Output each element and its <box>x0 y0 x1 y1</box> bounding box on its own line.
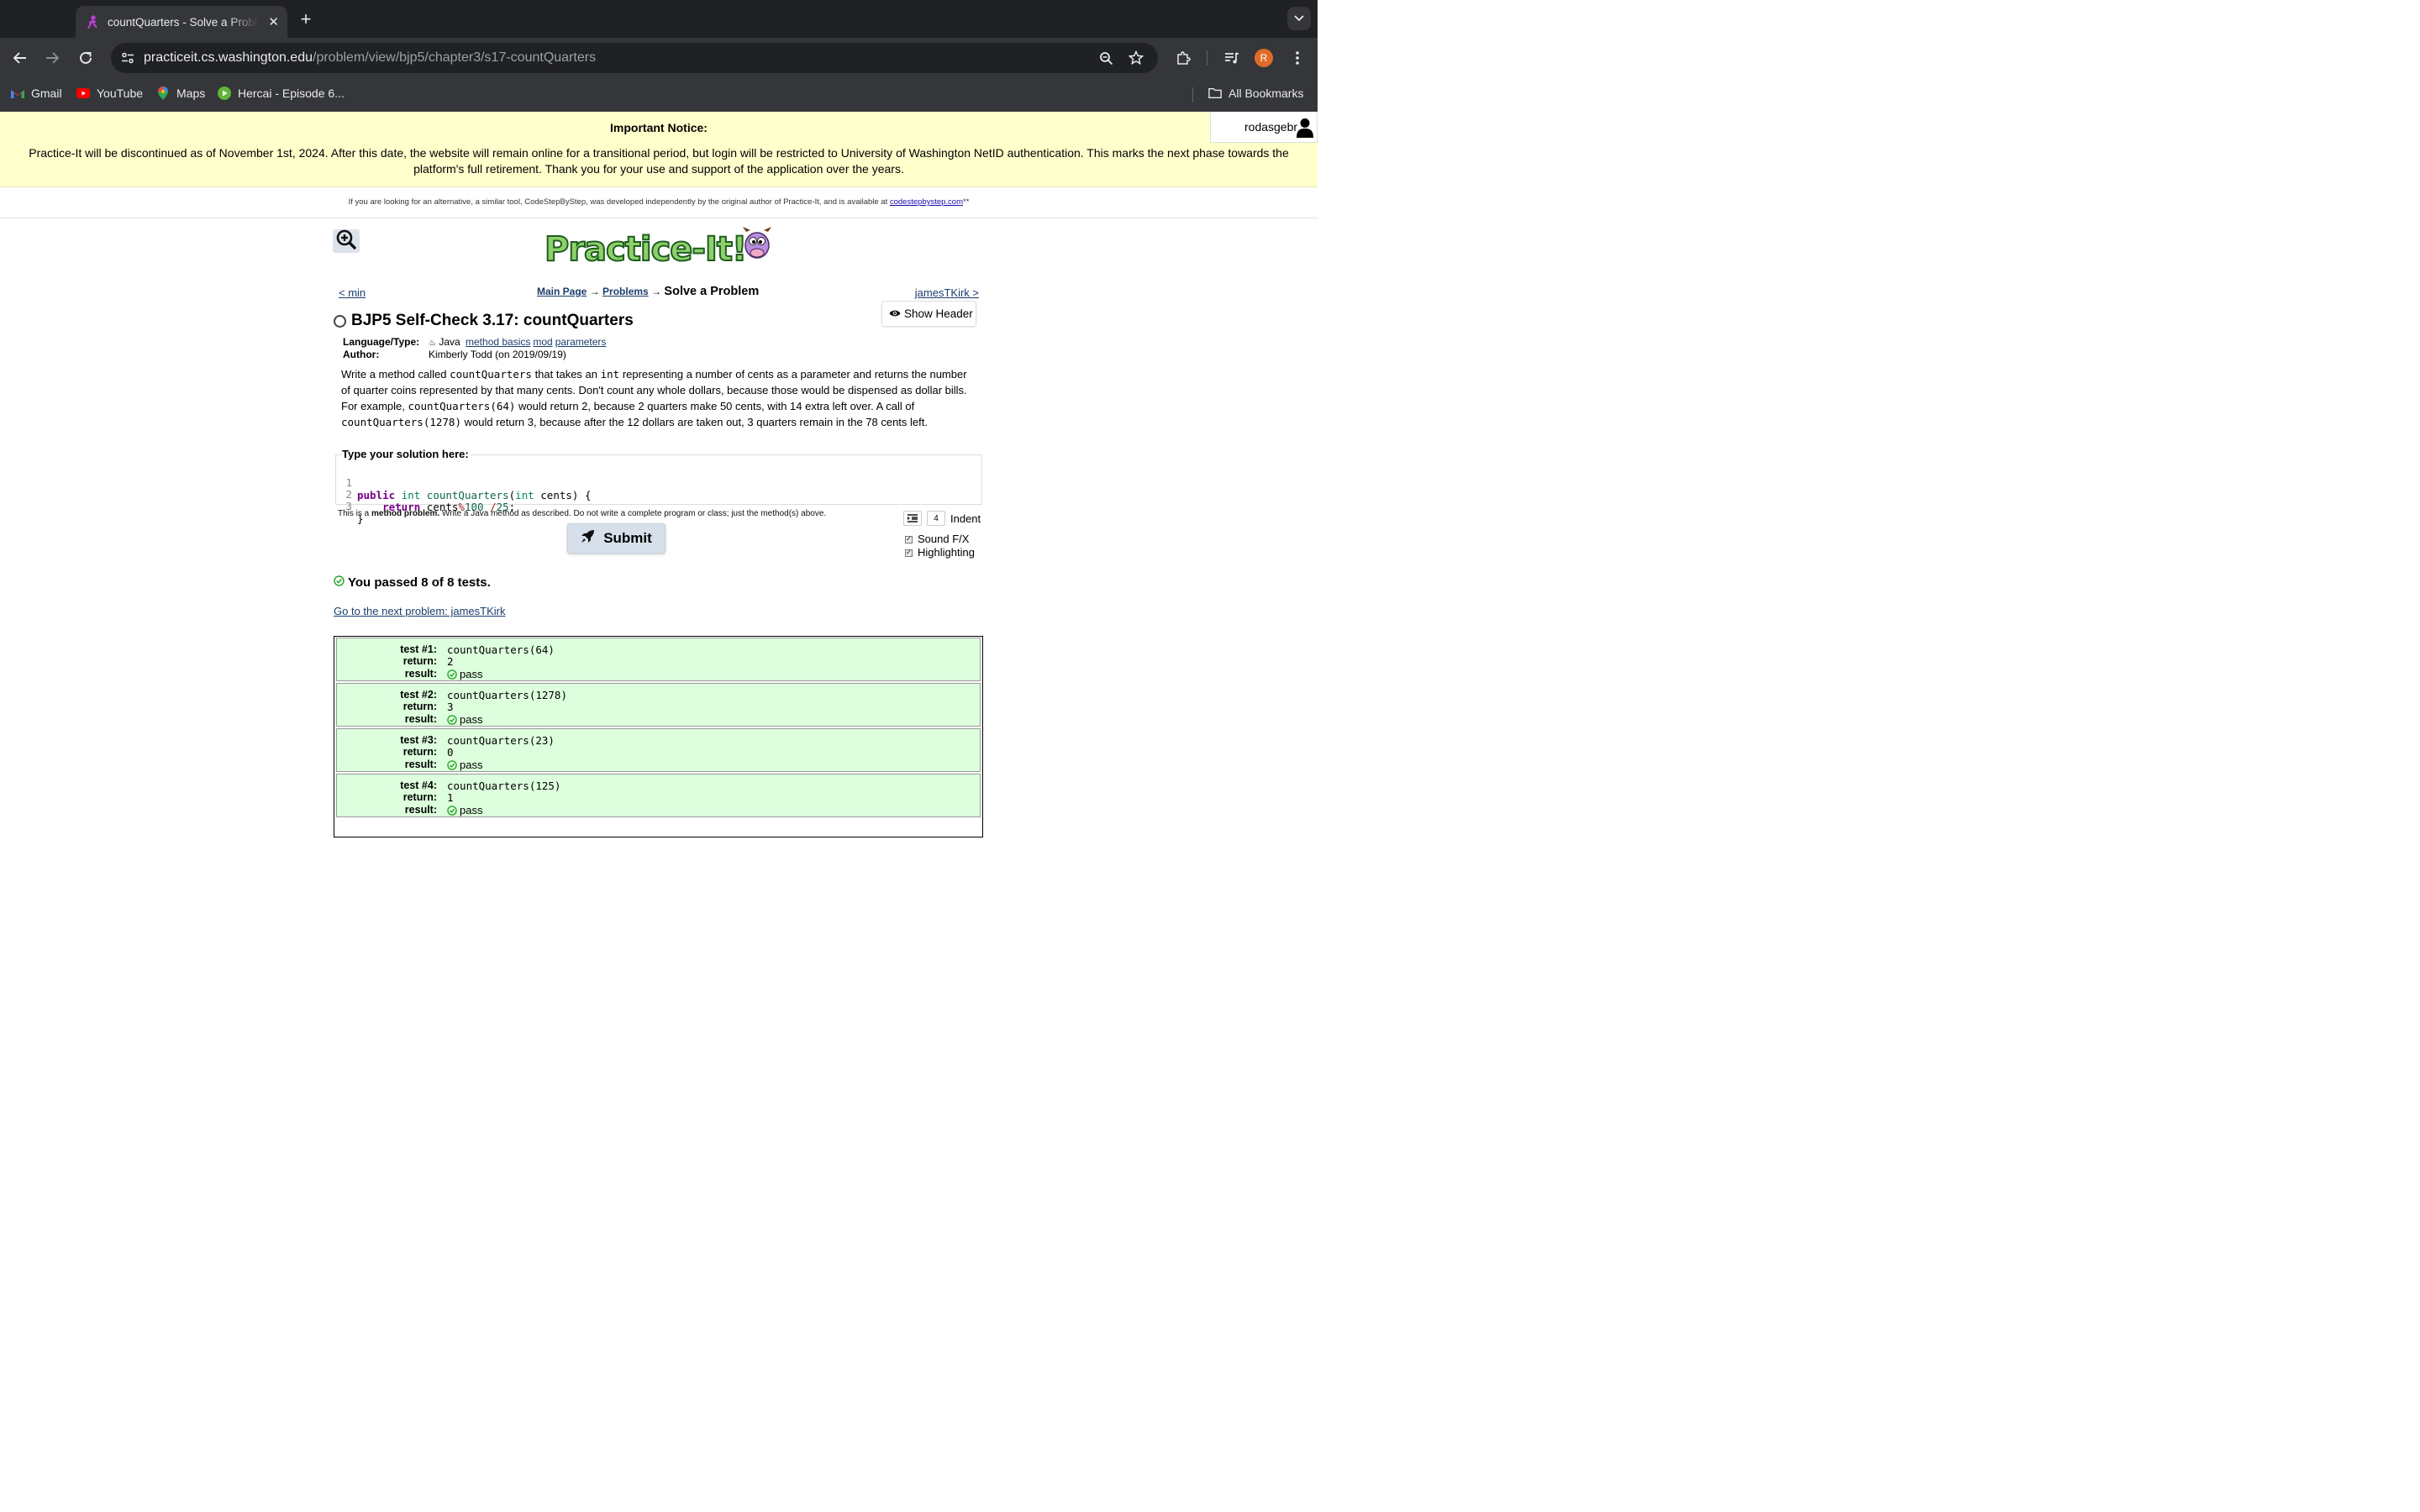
checkbox-checked-icon: ✓ <box>905 535 913 543</box>
prev-problem-link[interactable]: < min <box>339 286 366 299</box>
check-circle-icon <box>447 805 457 816</box>
breadcrumb: Main Page → Problems → Solve a Problem <box>537 285 760 298</box>
language-value: ♨ Java method basics mod parameters <box>429 336 607 348</box>
bookmark-youtube[interactable]: YouTube <box>76 87 143 100</box>
checkbox-checked-icon: ✓ <box>905 549 913 557</box>
code-editor[interactable]: 1 public int countQuarters(int cents) { … <box>335 454 982 525</box>
youtube-icon <box>76 87 90 100</box>
practice-it-logo: Practice-It! <box>543 225 778 270</box>
test-row: test #3: countQuarters(23) return: 0 resul… <box>336 728 981 772</box>
test-row: test #1: countQuarters(64) return: 2 resul… <box>336 638 981 681</box>
tab-search-chevron-icon[interactable] <box>1287 7 1311 30</box>
code-line: 1 public int countQuarters(int cents) { <box>345 476 592 501</box>
tag-mod[interactable]: mod <box>533 336 552 348</box>
unsolved-circle-icon <box>334 314 346 328</box>
indent-button[interactable] <box>903 511 922 526</box>
zoom-magnifier-icon[interactable] <box>1097 50 1114 66</box>
forward-arrow-icon[interactable] <box>42 48 62 68</box>
extensions-puzzle-icon[interactable] <box>1173 48 1193 68</box>
sound-fx-checkbox[interactable]: ✓ Sound F/X <box>905 533 975 546</box>
bookmark-gmail[interactable]: Gmail <box>11 87 62 100</box>
maps-icon <box>156 87 170 100</box>
media-controls-icon[interactable] <box>1222 48 1242 68</box>
solution-label: Type your solution here: <box>342 448 471 460</box>
play-icon <box>218 87 231 100</box>
profile-avatar[interactable]: R <box>1255 49 1273 67</box>
username: rodasgebr <box>1244 120 1298 134</box>
breadcrumb-problems[interactable]: Problems <box>602 286 649 297</box>
test-row: test #4: countQuarters(125) return: 1 resu… <box>336 774 981 817</box>
alternative-notice: If you are looking for an alternative, a… <box>0 187 1318 218</box>
bookmarks-separator <box>1192 87 1193 102</box>
url-text: practiceit.cs.washington.edu/problem/vie… <box>144 50 597 65</box>
zoom-in-icon <box>336 229 356 254</box>
svg-text:Practice-It!: Practice-It! <box>544 230 746 267</box>
folder-icon <box>1208 87 1222 100</box>
check-circle-icon <box>447 759 457 770</box>
submit-button[interactable]: Submit <box>567 523 666 554</box>
bookmark-maps[interactable]: Maps <box>156 87 205 100</box>
browser-tabstrip: countQuarters - Solve a Problem ✕ + <box>0 0 1318 38</box>
rocket-icon <box>581 529 595 548</box>
author-value: Kimberly Todd (on 2019/09/19) <box>429 349 566 360</box>
language-label: Language/Type: <box>343 336 420 348</box>
test-summary: You passed 8 of 8 tests. <box>334 575 491 590</box>
chrome-menu-icon[interactable] <box>1287 48 1307 68</box>
notice-title: Important Notice: <box>610 121 708 134</box>
important-notice-banner: Important Notice: Practice-It will be di… <box>0 112 1318 187</box>
eye-icon <box>889 307 901 320</box>
test-results-table: test #1: countQuarters(64) return: 2 resul… <box>334 636 983 837</box>
problem-description: Write a method called countQuarters that… <box>341 368 967 428</box>
practiceit-favicon-icon <box>86 15 99 29</box>
reload-icon[interactable] <box>76 48 96 68</box>
editor-options: ✓ Sound F/X ✓ Highlighting <box>905 533 975 559</box>
tag-parameters[interactable]: parameters <box>555 336 607 348</box>
zoom-in-button[interactable] <box>333 229 360 253</box>
all-bookmarks-button[interactable]: All Bookmarks <box>1208 87 1303 100</box>
indent-icon <box>908 514 918 522</box>
indent-size-input[interactable]: 4 <box>927 511 945 526</box>
bookmark-star-icon[interactable] <box>1128 50 1144 66</box>
indent-control: 4 Indent <box>903 511 981 526</box>
bookmark-hercai[interactable]: Hercai - Episode 6... <box>218 87 345 100</box>
codestepbystep-link[interactable]: codestepbystep.com <box>890 197 963 207</box>
tab-title: countQuarters - Solve a Problem <box>108 15 259 29</box>
tab-close-icon[interactable]: ✕ <box>268 14 279 29</box>
breadcrumb-main-page[interactable]: Main Page <box>537 286 587 297</box>
test-row: test #2: countQuarters(1278) return: 3 res… <box>336 683 981 727</box>
site-settings-icon[interactable] <box>118 48 138 68</box>
browser-tab-active[interactable]: countQuarters - Solve a Problem ✕ <box>76 6 287 38</box>
check-circle-icon <box>447 714 457 725</box>
method-problem-note: This is a method problem. Write a Java m… <box>338 509 827 518</box>
indent-label: Indent <box>950 512 981 525</box>
next-problem-link-bottom[interactable]: Go to the next problem: jamesTKirk <box>334 605 505 617</box>
browser-toolbar: practiceit.cs.washington.edu/problem/vie… <box>0 38 1318 78</box>
code-line: 2 return cents%100 /25; <box>345 488 516 513</box>
user-silhouette-icon <box>1296 118 1314 140</box>
notice-text: Practice-It will be discontinued as of N… <box>29 146 1289 176</box>
new-tab-icon[interactable]: + <box>296 8 316 30</box>
highlighting-checkbox[interactable]: ✓ Highlighting <box>905 546 975 559</box>
gmail-icon <box>11 87 24 100</box>
java-cup-icon: ♨ <box>429 339 436 348</box>
user-menu[interactable]: rodasgebr <box>1210 112 1318 143</box>
address-bar[interactable]: practiceit.cs.washington.edu/problem/vie… <box>111 43 1158 73</box>
check-circle-icon <box>447 669 457 680</box>
check-circle-icon <box>334 575 345 590</box>
code-line: 3 } <box>345 500 364 525</box>
author-label: Author: <box>343 349 380 360</box>
problem-title: BJP5 Self-Check 3.17: countQuarters <box>334 312 634 330</box>
problem-navigation: < min Main Page → Problems → Solve a Pro… <box>334 284 981 301</box>
breadcrumb-current: Solve a Problem <box>664 285 760 298</box>
tag-method-basics[interactable]: method basics <box>466 336 530 348</box>
next-problem-link[interactable]: jamesTKirk > <box>915 286 979 299</box>
back-arrow-icon[interactable] <box>10 48 30 68</box>
bookmarks-bar: Gmail YouTube Maps Hercai - Episode 6...… <box>0 78 1318 112</box>
show-header-button[interactable]: Show Header <box>881 301 976 327</box>
